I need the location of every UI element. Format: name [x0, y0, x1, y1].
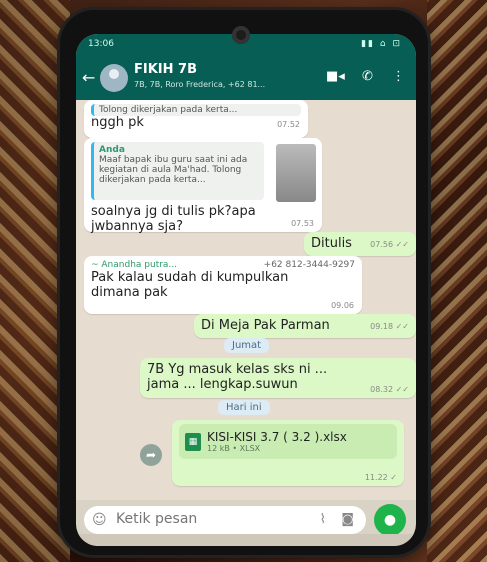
quote-text: Maaf bapak ibu guru saat ini ada kegiata…: [99, 155, 248, 185]
message-time: 11.22 ✓: [364, 473, 397, 482]
sender-name[interactable]: ~ Anandha putra...: [91, 260, 177, 270]
message-input[interactable]: [114, 510, 288, 528]
forward-icon[interactable]: ➦: [140, 444, 162, 466]
quote-author: Anda: [99, 145, 125, 155]
message-bubble-in[interactable]: Tolong dikerjakan pada kerta... nggh pk …: [84, 100, 308, 138]
front-camera: [232, 26, 250, 44]
message-time: 07.56 ✓✓: [370, 240, 409, 249]
emoji-icon[interactable]: ☺: [92, 512, 107, 528]
message-bubble-in[interactable]: Anda Maaf bapak ibu guru saat ini ada ke…: [84, 138, 322, 234]
message-text: Di Meja Pak Parman: [201, 318, 330, 333]
message-text: Ditulis: [311, 236, 352, 251]
paperclip-icon[interactable]: ⌇: [320, 512, 326, 527]
mic-icon[interactable]: ●: [374, 504, 406, 536]
status-icons: ▮▮ ⌂ ⊡: [361, 39, 402, 49]
message-bubble-out[interactable]: Di Meja Pak Parman 09.18 ✓✓: [194, 314, 416, 338]
system-nav-bar: [76, 534, 416, 546]
message-text: soalnya jg di tulis pk?apa jwbannya sja?: [91, 204, 256, 234]
message-time: 09.06: [331, 301, 354, 310]
message-time: 09.18 ✓✓: [370, 322, 409, 331]
message-bubble-out[interactable]: Ditulis 07.56 ✓✓: [304, 232, 416, 256]
message-text: 7B Yg masuk kelas sks ni ... jama ... le…: [147, 362, 328, 392]
sender-line: ~ Anandha putra... +62 812-3444-9297: [91, 260, 355, 270]
message-text: Pak kalau sudah di kumpulkan dimana pak: [91, 270, 289, 300]
chat-title[interactable]: FIKIH 7B: [134, 62, 197, 77]
chat-header[interactable]: ← FIKIH 7B 7B, 7B, Roro Frederica, +62 8…: [76, 56, 416, 100]
message-time: 07.53: [291, 219, 314, 228]
chat-subtitle: 7B, 7B, Roro Frederica, +62 81...: [134, 80, 266, 89]
date-divider: Hari ini: [218, 400, 270, 415]
file-name: KISI-KISI 3.7 ( 3.2 ).xlsx: [207, 430, 347, 444]
more-vert-icon[interactable]: ⋮: [392, 69, 405, 84]
message-bubble-out[interactable]: 7B Yg masuk kelas sks ni ... jama ... le…: [140, 358, 416, 398]
xlsx-file-icon: ▦: [185, 432, 201, 451]
arrow-left-icon[interactable]: ←: [82, 68, 95, 87]
sender-phone[interactable]: +62 812-3444-9297: [264, 260, 355, 270]
date-divider: Jumat: [224, 338, 270, 353]
camera-icon[interactable]: ◙: [341, 512, 354, 527]
phone-screen: 13:06 ▮▮ ⌂ ⊡ ← FIKIH 7B 7B, 7B, Roro Fre…: [76, 34, 416, 546]
phone-icon[interactable]: ✆: [362, 69, 373, 84]
background-fabric-right: [427, 0, 487, 562]
video-icon[interactable]: ■◂: [326, 69, 345, 84]
quoted-image-thumbnail[interactable]: [276, 144, 316, 202]
chat-area[interactable]: Tolong dikerjakan pada kerta... nggh pk …: [76, 100, 416, 500]
message-time: 08.32 ✓✓: [370, 385, 409, 394]
message-text: nggh pk: [91, 115, 144, 130]
status-time: 13:06: [88, 39, 114, 49]
message-bubble-in[interactable]: ~ Anandha putra... +62 812-3444-9297 Pak…: [84, 256, 362, 314]
message-composer[interactable]: ☺ ⌇ ◙: [84, 506, 366, 534]
message-time: 07.52: [277, 120, 300, 129]
message-bubble-out-file[interactable]: ▦ KISI-KISI 3.7 ( 3.2 ).xlsx 12 kB • XLS…: [172, 420, 404, 486]
avatar[interactable]: [100, 64, 128, 92]
quoted-message[interactable]: Anda Maaf bapak ibu guru saat ini ada ke…: [91, 142, 264, 200]
file-attachment[interactable]: ▦ KISI-KISI 3.7 ( 3.2 ).xlsx 12 kB • XLS…: [179, 424, 397, 459]
file-meta: 12 kB • XLSX: [207, 444, 261, 453]
